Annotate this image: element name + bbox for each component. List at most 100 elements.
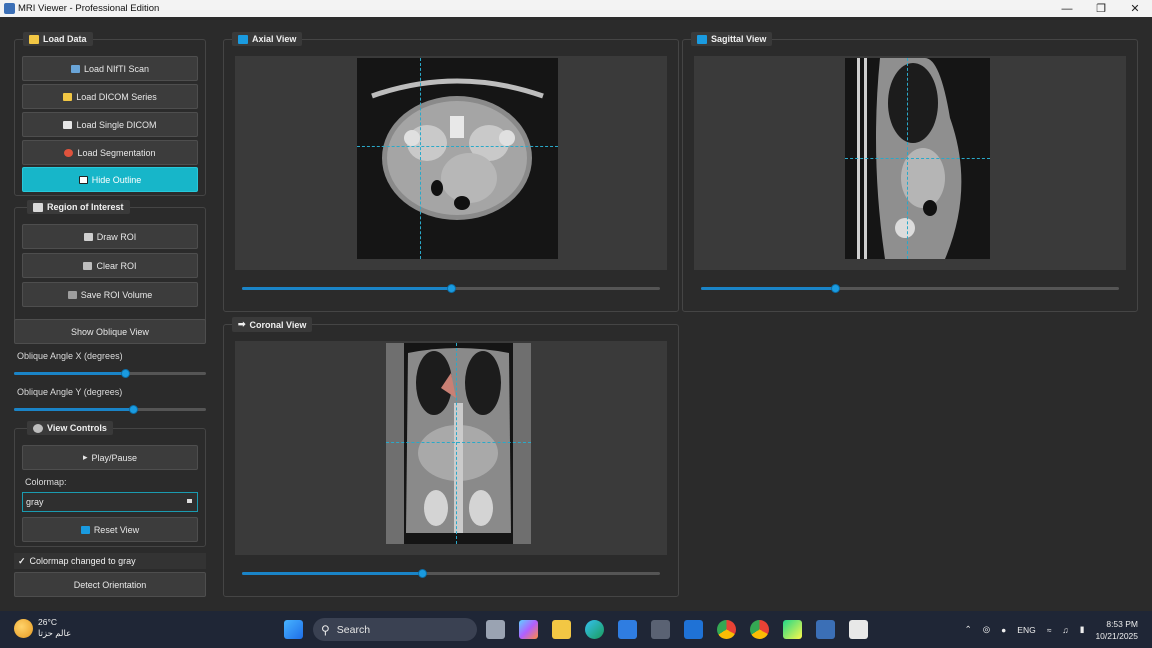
refresh-icon: [80, 525, 90, 534]
oblique-angle-x-label: Oblique Angle X (degrees): [17, 351, 123, 361]
start-icon[interactable]: [284, 620, 303, 639]
app-icon: [4, 3, 15, 14]
roi-title: Region of Interest: [27, 200, 130, 214]
clock[interactable]: 8:53 PM 10/21/2025: [1095, 618, 1138, 642]
weather-icon: [14, 618, 33, 638]
load-data-title: Load Data: [23, 32, 93, 46]
pen-icon: [83, 232, 93, 241]
crosshair-vertical: [420, 58, 421, 259]
load-data-group: Load Data Load NIfTI Scan Load DICOM Ser…: [14, 32, 206, 196]
taskbar: 26°C عالم حزتا ⚲ Search ⌃ ◎ ● ENG ≈ ♫ ▮ …: [0, 611, 1152, 648]
weather-desc: عالم حزتا: [38, 628, 72, 638]
draw-roi-button[interactable]: Draw ROI: [22, 224, 198, 249]
window-controls: — ❐ ✕: [1050, 0, 1152, 17]
ruler-icon: [33, 202, 43, 212]
axial-image[interactable]: [357, 58, 558, 259]
edge-icon[interactable]: [585, 620, 604, 639]
main-window: Load Data Load NIfTI Scan Load DICOM Ser…: [0, 17, 1152, 611]
coronal-view-panel: ➡ Coronal View: [223, 317, 679, 597]
save-icon: [67, 290, 77, 299]
load-nifti-button[interactable]: Load NIfTI Scan: [22, 56, 198, 81]
hide-outline-button[interactable]: Hide Outline: [22, 167, 198, 192]
battery-icon[interactable]: ▮: [1080, 624, 1085, 635]
load-dicom-series-button[interactable]: Load DICOM Series: [22, 84, 198, 109]
minimize-icon[interactable]: —: [1050, 0, 1084, 17]
sagittal-image[interactable]: [845, 58, 990, 259]
load-segmentation-button[interactable]: Load Segmentation: [22, 140, 198, 165]
folder-icon: [29, 34, 39, 44]
coronal-view-title: ➡ Coronal View: [232, 317, 313, 332]
sagittal-view-title: Sagittal View: [691, 32, 773, 46]
snipping-tool-icon[interactable]: [849, 620, 868, 639]
coronal-viewport[interactable]: [235, 341, 667, 555]
volume-icon[interactable]: ♫: [1062, 625, 1068, 635]
wifi-icon[interactable]: ≈: [1047, 625, 1052, 635]
microphone-icon[interactable]: ●: [1001, 625, 1006, 635]
gear-icon: [33, 423, 43, 433]
folder-icon: [63, 92, 73, 101]
close-icon[interactable]: ✕: [1118, 0, 1152, 17]
reset-view-button[interactable]: Reset View: [22, 517, 198, 542]
checkbox-icon: [78, 175, 88, 184]
restore-icon[interactable]: ❐: [1084, 0, 1118, 17]
sagittal-view-panel: Sagittal View: [682, 32, 1138, 312]
window-title: MRI Viewer - Professional Edition: [18, 3, 160, 14]
roi-group: Region of Interest Draw ROI Clear ROI Sa…: [14, 200, 206, 328]
python-app-icon[interactable]: [816, 620, 835, 639]
axial-scan-graphic: [357, 58, 558, 259]
checkmark-icon: ✓: [18, 555, 26, 566]
crosshair-horizontal: [357, 146, 558, 147]
network-off-icon[interactable]: ◎: [983, 624, 990, 635]
coronal-slice-slider[interactable]: [242, 569, 660, 578]
view-controls-title: View Controls: [27, 421, 113, 435]
oblique-angle-y-slider[interactable]: [14, 405, 206, 414]
azure-icon[interactable]: [684, 620, 703, 639]
axial-view-panel: Axial View: [223, 32, 679, 312]
save-roi-volume-button[interactable]: Save ROI Volume: [22, 282, 198, 307]
title-bar: MRI Viewer - Professional Edition — ❐ ✕: [0, 0, 1152, 17]
colormap-label: Colormap:: [25, 477, 67, 487]
axial-viewport[interactable]: [235, 56, 667, 270]
coronal-image[interactable]: [386, 343, 531, 544]
task-view-icon[interactable]: [486, 620, 505, 639]
system-tray: ⌃ ◎ ● ENG ≈ ♫ ▮ 8:53 PM 10/21/2025: [965, 611, 1152, 648]
oblique-angle-y-label: Oblique Angle Y (degrees): [17, 387, 123, 397]
crosshair-horizontal: [845, 158, 990, 159]
arrow-up-icon: [238, 34, 248, 44]
arrow-right-icon: ➡: [238, 319, 246, 329]
oblique-angle-x-slider[interactable]: [14, 369, 206, 378]
image-icon: [70, 64, 80, 73]
crosshair-horizontal: [386, 442, 531, 443]
file-explorer-icon[interactable]: [552, 620, 571, 639]
document-icon: [63, 120, 73, 129]
chrome-icon[interactable]: [717, 620, 736, 639]
app-cube-icon[interactable]: [651, 620, 670, 639]
view-controls-group: View Controls ▸ Play/Pause Colormap: gra…: [14, 421, 206, 547]
show-oblique-button[interactable]: Show Oblique View: [14, 319, 206, 344]
clear-roi-button[interactable]: Clear ROI: [22, 253, 198, 278]
detect-orientation-button[interactable]: Detect Orientation: [14, 572, 206, 597]
weather-widget[interactable]: 26°C عالم حزتا: [14, 617, 71, 639]
sagittal-slice-slider[interactable]: [701, 284, 1119, 293]
search-icon: ⚲: [321, 622, 330, 637]
trash-icon: [83, 261, 93, 270]
chrome-profile-icon[interactable]: [750, 620, 769, 639]
axial-view-title: Axial View: [232, 32, 303, 46]
dropdown-icon: [187, 499, 192, 503]
coronal-scan-graphic: [386, 343, 531, 544]
store-icon[interactable]: [618, 620, 637, 639]
chevron-up-icon[interactable]: ⌃: [965, 624, 972, 635]
taskbar-search[interactable]: ⚲ Search: [313, 618, 477, 641]
load-single-dicom-button[interactable]: Load Single DICOM: [22, 112, 198, 137]
status-text: Colormap changed to gray: [29, 556, 136, 566]
weather-temp: 26°C: [38, 617, 57, 627]
axial-slice-slider[interactable]: [242, 284, 660, 293]
search-placeholder: Search: [336, 623, 371, 636]
sagittal-viewport[interactable]: [694, 56, 1126, 270]
colormap-select[interactable]: gray: [22, 492, 198, 512]
pycharm-icon[interactable]: [783, 620, 802, 639]
clock-time: 8:53 PM: [1106, 618, 1138, 629]
language-indicator[interactable]: ENG: [1017, 625, 1035, 635]
copilot-icon[interactable]: [519, 620, 538, 639]
play-pause-button[interactable]: ▸ Play/Pause: [22, 445, 198, 470]
